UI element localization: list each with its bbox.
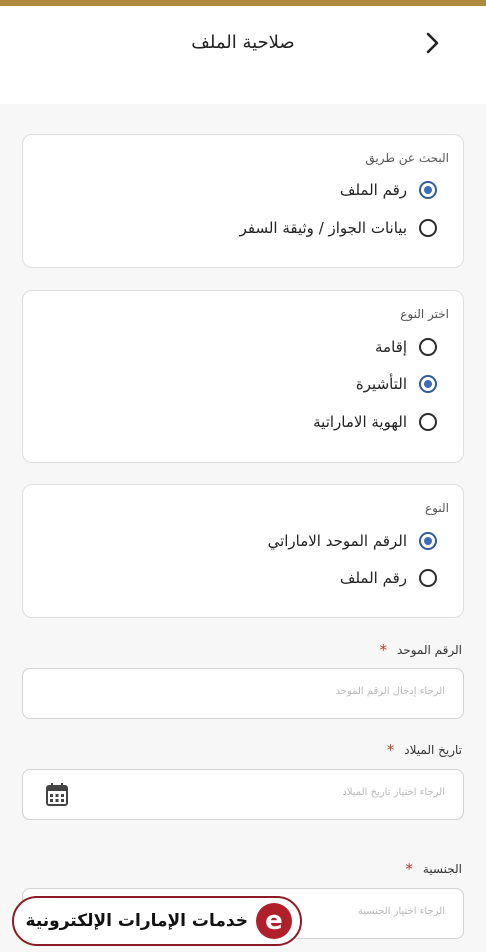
radio-option-file-number-2[interactable]: رقم الملف [340, 565, 437, 591]
brand-text: خدمات الإمارات الإلكترونية [25, 911, 248, 931]
radio-checked-icon[interactable] [419, 181, 437, 199]
unified-number-input[interactable]: الرجاء إدخال الرقم الموحد [22, 668, 464, 719]
unified-number-placeholder: الرجاء إدخال الرقم الموحد [335, 686, 445, 697]
radio-option-visa[interactable]: التأشيرة [356, 371, 437, 397]
radio-label: الرقم الموحد الاماراتي [267, 532, 407, 550]
search-by-card: البحث عن طريق رقم الملف بيانات الجواز / … [22, 134, 464, 268]
brand-logo-icon: e [256, 903, 292, 939]
page-title: صلاحية الملف [191, 32, 295, 53]
chevron-right-icon[interactable] [418, 28, 448, 58]
choose-type-card: اختر النوع إقامة التأشيرة الهوية الامارا… [22, 290, 464, 463]
type-label: النوع [425, 501, 449, 515]
radio-label: رقم الملف [339, 569, 407, 587]
type-card: النوع الرقم الموحد الاماراتي رقم الملف [22, 484, 464, 618]
radio-label: رقم الملف [339, 181, 407, 199]
field-label-text: تاريخ الميلاد [404, 743, 462, 757]
radio-checked-icon[interactable] [419, 532, 437, 550]
calendar-icon[interactable] [45, 781, 69, 811]
radio-label: التأشيرة [355, 375, 407, 393]
field-label-text: الرقم الموحد [397, 643, 462, 657]
radio-unchecked-icon[interactable] [419, 413, 437, 431]
radio-option-passport-data[interactable]: بيانات الجواز / وثيقة السفر [240, 215, 437, 241]
header: صلاحية الملف [0, 6, 486, 104]
choose-type-label: اختر النوع [400, 307, 449, 321]
nationality-label: الجنسية * [405, 860, 462, 878]
radio-unchecked-icon[interactable] [419, 569, 437, 587]
search-by-label: البحث عن طريق [365, 151, 449, 165]
required-marker: * [386, 741, 395, 759]
radio-unchecked-icon[interactable] [419, 338, 437, 356]
radio-label: إقامة [375, 338, 407, 356]
radio-option-unified-number[interactable]: الرقم الموحد الاماراتي [268, 528, 437, 554]
brand-watermark: خدمات الإمارات الإلكترونية e [12, 896, 302, 946]
birth-date-input[interactable]: الرجاء اختيار تاريخ الميلاد [22, 769, 464, 820]
radio-label: بيانات الجواز / وثيقة السفر [239, 219, 407, 237]
nationality-placeholder: الرجاء اختيار الجنسية [357, 906, 445, 917]
radio-option-residence[interactable]: إقامة [375, 334, 437, 360]
birth-date-placeholder: الرجاء اختيار تاريخ الميلاد [342, 787, 445, 798]
radio-checked-icon[interactable] [419, 375, 437, 393]
required-marker: * [379, 641, 388, 659]
field-label-text: الجنسية [422, 862, 462, 876]
radio-option-emirates-id[interactable]: الهوية الاماراتية [313, 409, 437, 435]
radio-unchecked-icon[interactable] [419, 219, 437, 237]
unified-number-label: الرقم الموحد * [380, 641, 463, 659]
birth-date-label: تاريخ الميلاد * [387, 741, 462, 759]
radio-option-file-number[interactable]: رقم الملف [340, 177, 437, 203]
radio-label: الهوية الاماراتية [313, 413, 407, 431]
required-marker: * [405, 860, 413, 878]
